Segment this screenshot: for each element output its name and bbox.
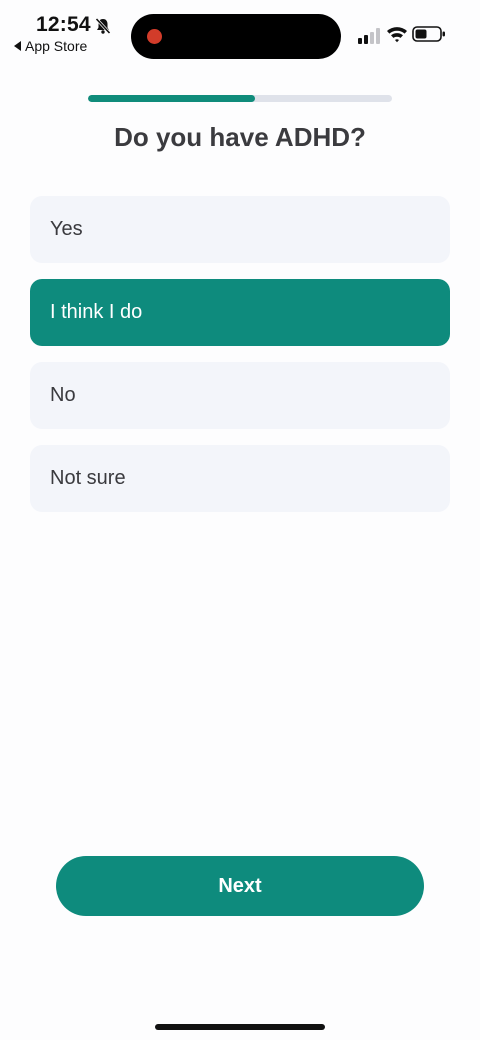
option-not-sure[interactable]: Not sure bbox=[30, 445, 450, 512]
battery-icon bbox=[412, 26, 445, 42]
option-i-think-i-do[interactable]: I think I do bbox=[30, 279, 450, 346]
option-label: I think I do bbox=[50, 301, 143, 323]
next-button[interactable]: Next bbox=[56, 856, 424, 916]
dynamic-island bbox=[131, 14, 341, 59]
home-indicator[interactable] bbox=[155, 1024, 325, 1030]
survey-screen: 12:54 App Store Do you have ADHD? Yes I … bbox=[0, 0, 480, 1040]
option-no[interactable]: No bbox=[30, 362, 450, 429]
recording-indicator-icon bbox=[147, 29, 162, 44]
option-label: No bbox=[50, 384, 76, 406]
question-title: Do you have ADHD? bbox=[114, 122, 366, 152]
bell-slash-icon bbox=[95, 17, 111, 35]
wifi-icon bbox=[387, 27, 407, 43]
back-arrow-icon bbox=[14, 41, 21, 51]
option-yes[interactable]: Yes bbox=[30, 196, 450, 263]
status-time: 12:54 bbox=[36, 13, 91, 36]
back-app-label: App Store bbox=[25, 38, 88, 54]
progress-bar bbox=[88, 95, 392, 102]
progress-fill bbox=[88, 95, 256, 102]
option-label: Yes bbox=[50, 218, 83, 240]
option-label: Not sure bbox=[50, 467, 126, 489]
cellular-signal-icon bbox=[358, 28, 380, 44]
back-to-app-store[interactable]: App Store bbox=[14, 38, 87, 54]
